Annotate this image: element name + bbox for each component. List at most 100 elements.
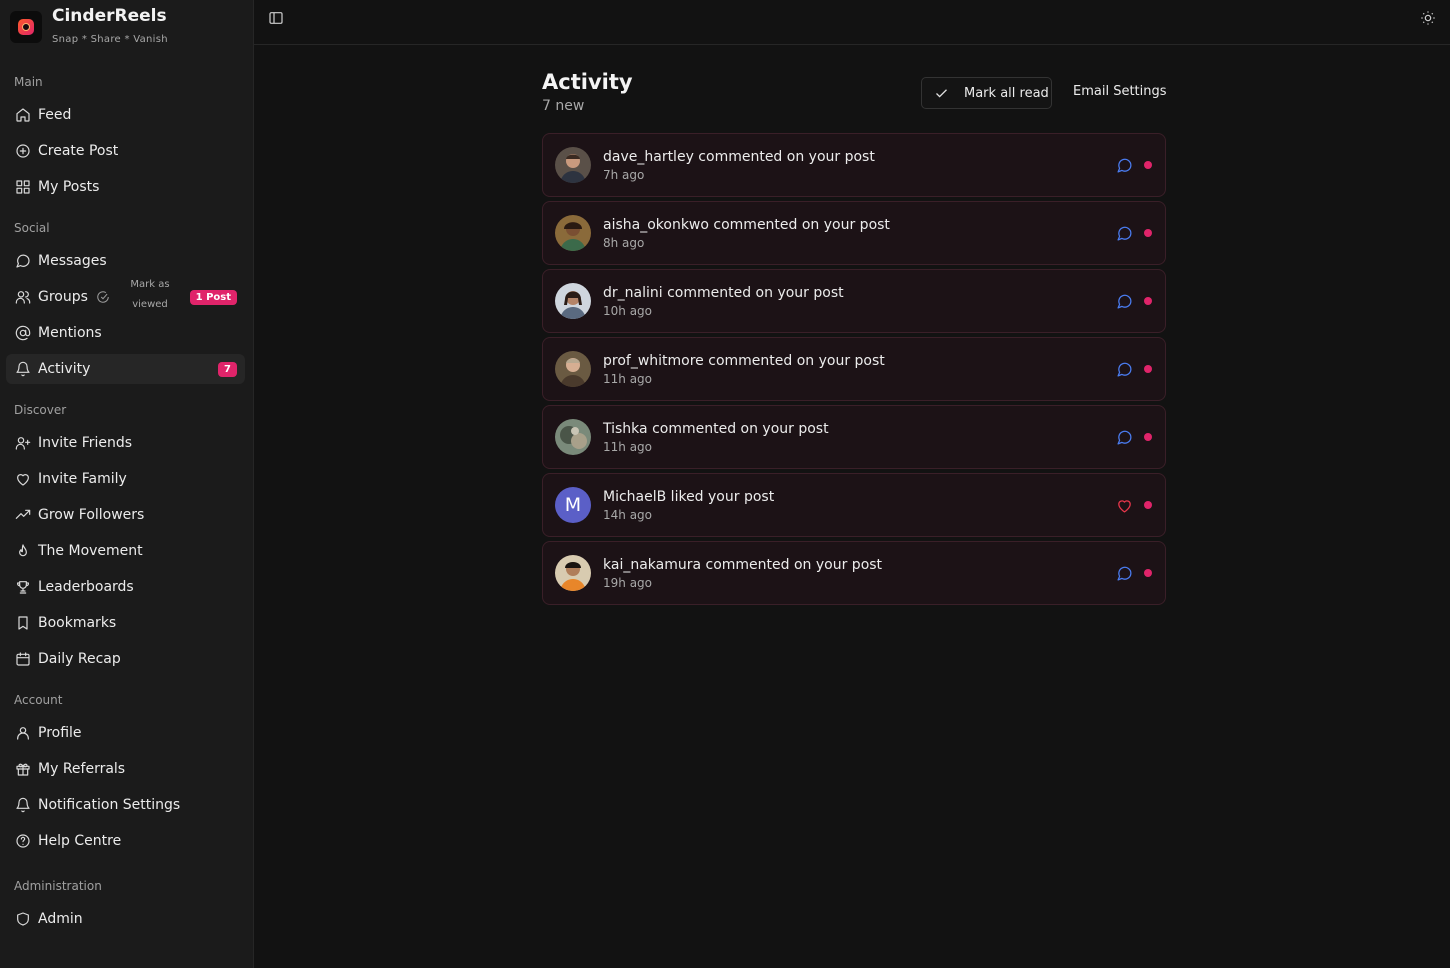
sidebar-item-profile[interactable]: Profile [6,718,245,748]
activity-row[interactable]: dr_nalini commented on your post 10h ago [542,269,1166,333]
heart-icon [1116,497,1133,514]
section-label-social: Social [14,221,50,235]
activity-row[interactable]: prof_whitmore commented on your post 11h… [542,337,1166,401]
unread-dot [1144,229,1152,237]
activity-row[interactable]: kai_nakamura commented on your post 19h … [542,541,1166,605]
activity-time: 8h ago [603,235,645,250]
activity-text: dr_nalini commented on your post [603,284,844,301]
grid-icon [14,179,31,196]
sidebar-item-my-referrals[interactable]: My Referrals [6,754,245,784]
brand-tagline: Snap * Share * Vanish [52,34,168,45]
sidebar-item-activity[interactable]: Activity 7 [6,354,245,384]
sidebar-item-grow-followers[interactable]: Grow Followers [6,500,245,530]
activity-text: kai_nakamura commented on your post [603,556,883,573]
sidebar-item-the-movement[interactable]: The Movement [6,536,245,566]
section-label-account: Account [14,693,63,707]
user-icon [14,725,31,742]
calendar-icon [14,651,31,668]
sidebar-item-label: Messages [38,253,107,269]
comment-icon [1116,565,1133,582]
sidebar-item-daily-recap[interactable]: Daily Recap [6,644,245,674]
sidebar-item-feed[interactable]: Feed [6,100,245,130]
message-icon [14,253,31,270]
trending-up-icon [14,507,31,524]
sidebar-item-label: Bookmarks [38,615,117,631]
activity-row[interactable]: M MichaelB liked your post 14h ago [542,473,1166,537]
flame-icon [14,543,31,560]
sun-icon[interactable] [1420,10,1436,26]
activity-text: prof_whitmore commented on your post [603,352,885,369]
at-sign-icon [14,325,31,342]
avatar [555,283,591,319]
avatar [555,351,591,387]
mark-as-viewed-button[interactable]: Mark as viewed [130,275,170,315]
home-icon [14,107,31,124]
sidebar-item-label: Daily Recap [38,651,121,667]
sidebar-item-label: Notification Settings [38,797,181,813]
new-count: 7 new [542,98,585,114]
sidebar-item-leaderboards[interactable]: Leaderboards [6,572,245,602]
sidebar-item-my-posts[interactable]: My Posts [6,172,245,202]
bell-icon [14,797,31,814]
sidebar-toggle-icon[interactable] [268,10,284,26]
email-settings-button[interactable]: Email Settings [1073,84,1167,99]
sidebar-item-invite-family[interactable]: Invite Family [6,464,245,494]
check-circle-icon[interactable] [96,290,110,304]
unread-dot [1144,433,1152,441]
sidebar-item-bookmarks[interactable]: Bookmarks [6,608,245,638]
activity-time: 11h ago [603,439,653,454]
trophy-icon [14,579,31,596]
brand[interactable]: CinderReels Snap * Share * Vanish [10,8,168,45]
sidebar-item-invite-friends[interactable]: Invite Friends [6,428,245,458]
groups-badge: 1 Post [189,289,237,305]
comment-icon [1116,361,1133,378]
comment-icon [1116,293,1133,310]
sidebar-item-label: Help Centre [38,833,122,849]
activity-time: 14h ago [603,507,653,522]
sidebar-item-help-centre[interactable]: Help Centre [6,826,245,856]
sidebar-item-label: Activity [38,361,91,377]
sidebar-item-create-post[interactable]: Create Post [6,136,245,166]
sidebar-item-label: Create Post [38,143,119,159]
sidebar-item-label: Profile [38,725,82,741]
activity-time: 10h ago [603,303,653,318]
sidebar-item-mentions[interactable]: Mentions [6,318,245,348]
shield-icon [14,911,31,928]
help-circle-icon [14,833,31,850]
activity-list: dave_hartley commented on your post 7h a… [542,133,1166,609]
sidebar-item-groups[interactable]: Groups Mark as viewed 1 Post [6,279,245,312]
avatar [555,419,591,455]
activity-row[interactable]: dave_hartley commented on your post 7h a… [542,133,1166,197]
sidebar-item-label: My Referrals [38,761,126,777]
sidebar-item-messages[interactable]: Messages [6,246,245,276]
sidebar-item-label: Invite Friends [38,435,133,451]
unread-dot [1144,161,1152,169]
activity-row[interactable]: Tishka commented on your post 11h ago [542,405,1166,469]
unread-dot [1144,501,1152,509]
activity-badge: 7 [218,361,237,377]
activity-time: 11h ago [603,371,653,386]
section-label-discover: Discover [14,403,67,417]
page-title: Activity [542,70,633,94]
sidebar-item-label: Admin [38,911,83,927]
check-icon [936,88,947,98]
activity-text: MichaelB liked your post [603,488,775,505]
comment-icon [1116,225,1133,242]
activity-row[interactable]: aisha_okonkwo commented on your post 8h … [542,201,1166,265]
avatar [555,215,591,251]
section-label-main: Main [14,75,43,89]
section-label-administration: Administration [14,879,102,893]
sidebar-item-admin[interactable]: Admin [6,904,245,934]
heart-icon [14,471,31,488]
mark-all-read-button[interactable]: Mark all read [921,77,1052,109]
activity-time: 19h ago [603,575,653,590]
sidebar-item-label: Groups [38,289,88,305]
sidebar-item-notification-settings[interactable]: Notification Settings [6,790,245,820]
activity-text: Tishka commented on your post [603,420,829,437]
unread-dot [1144,365,1152,373]
gift-icon [14,761,31,778]
unread-dot [1144,297,1152,305]
avatar: M [555,487,591,523]
bell-icon [14,361,31,378]
plus-circle-icon [14,143,31,160]
